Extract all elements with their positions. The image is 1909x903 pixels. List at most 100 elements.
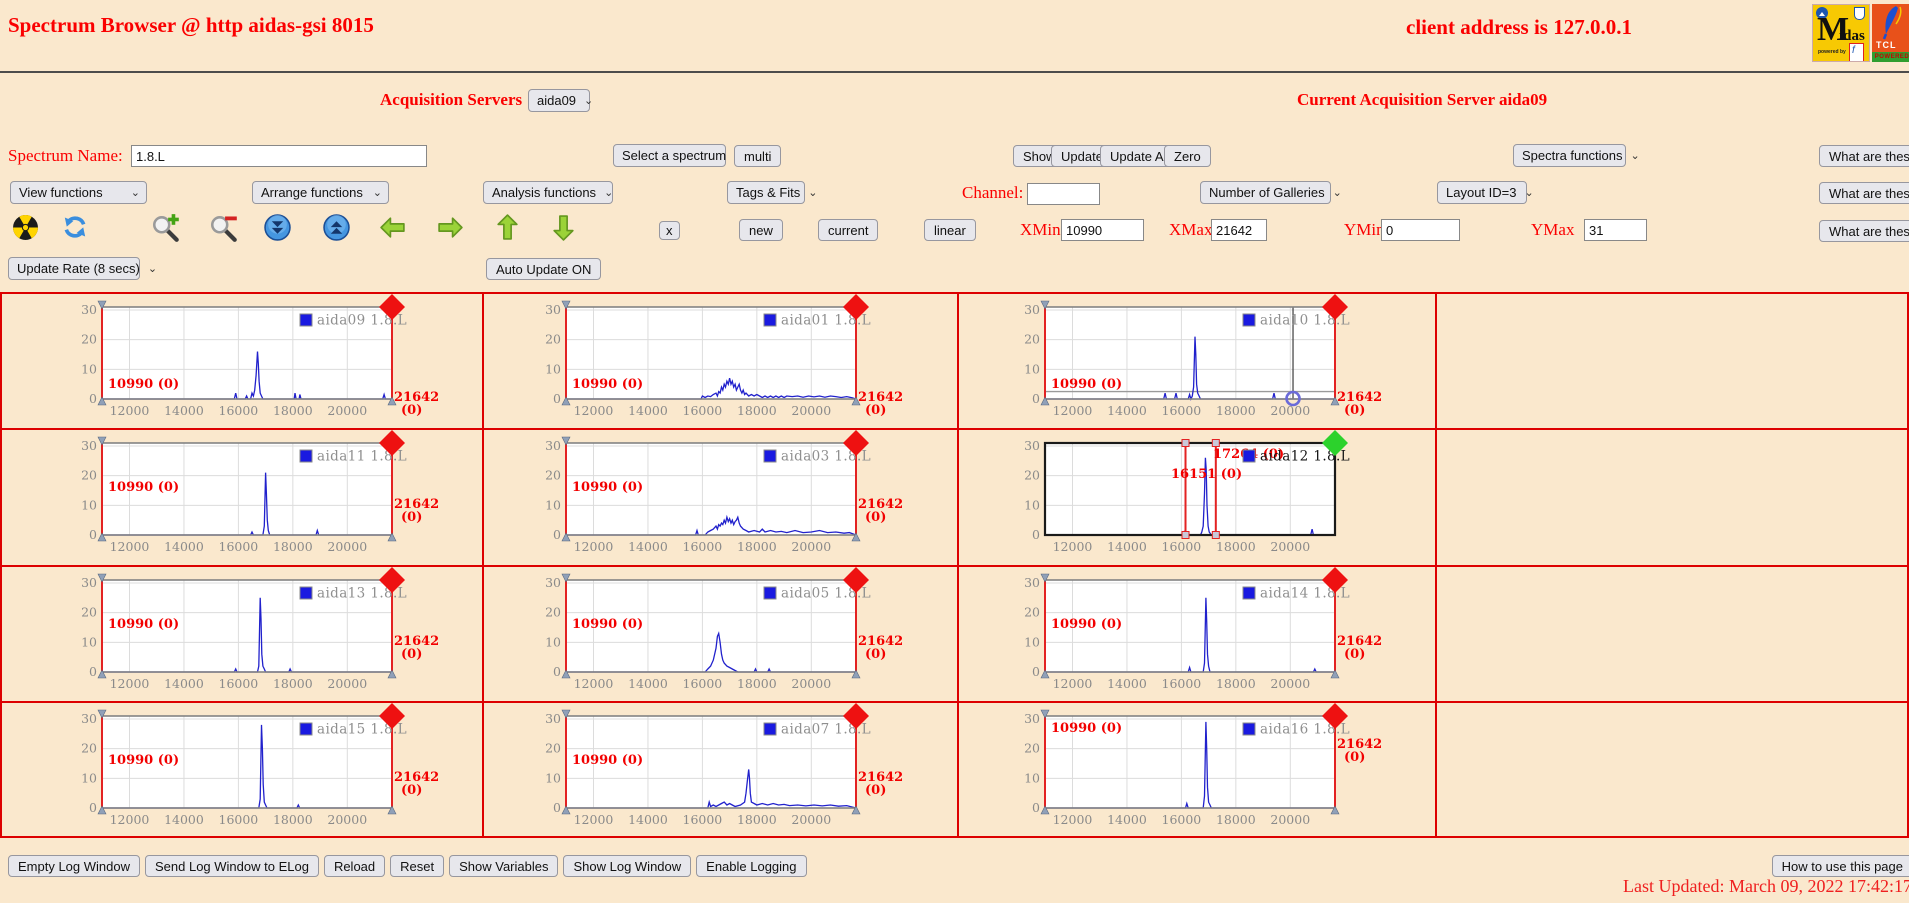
zoom-in-icon[interactable] [150, 212, 182, 247]
spectrum-plot-aida05[interactable]: 0 10 20 30 12000 14000 16000 18000 20000 10990 (0… [526, 567, 926, 698]
arrange-functions-select[interactable]: Arrange functions ⌄ [252, 181, 389, 204]
spectrum-plot-aida09[interactable]: 0 10 20 30 12000 14000 16000 18000 20000 10990 (0… [62, 294, 462, 425]
svg-text:30: 30 [1024, 302, 1040, 317]
grid-cell-2-1: 0 10 20 30 12000 14000 16000 18000 20000 10990 (0… [484, 567, 959, 703]
ymin-label: YMin [1344, 220, 1385, 239]
legend-swatch [1242, 586, 1256, 600]
x-button[interactable]: x [659, 221, 680, 240]
svg-text:12000: 12000 [574, 403, 614, 418]
spectra-functions-select[interactable]: Spectra functions ⌄ [1513, 144, 1640, 167]
acquisition-server-select[interactable]: aida09 ⌄ [528, 89, 594, 112]
select-spectrum-select[interactable]: Select a spectrum⌄ [613, 144, 743, 167]
channel-input[interactable] [1027, 183, 1100, 205]
ymin-input[interactable] [1381, 219, 1460, 241]
what-are-these-button-2[interactable]: What are these? [1819, 182, 1909, 204]
spectrum-plot-aida14[interactable]: 0 10 20 30 12000 14000 16000 18000 20000 10990 (0… [1005, 567, 1405, 698]
number-of-galleries-select[interactable]: Number of Galleries ⌄ [1200, 181, 1342, 204]
svg-text:30: 30 [545, 438, 561, 453]
chevron-down-icon: ⌄ [808, 186, 818, 199]
current-button[interactable]: current [818, 219, 879, 241]
page-title: Spectrum Browser @ http aidas-gsi 8015 [8, 13, 374, 37]
linear-button[interactable]: linear [924, 219, 976, 241]
tcl-powered-band: POWERED [1872, 52, 1909, 62]
footer-button-enable-logging[interactable]: Enable Logging [696, 855, 807, 877]
svg-text:30: 30 [81, 711, 97, 726]
spectrum-plot-aida11[interactable]: 0 10 20 30 12000 14000 16000 18000 20000 10990 (0… [62, 430, 462, 561]
svg-text:0: 0 [1032, 527, 1040, 542]
radiation-icon[interactable] [12, 214, 39, 244]
chevron-down-icon: ⌄ [1524, 186, 1534, 199]
spectrum-plot-aida13[interactable]: 0 10 20 30 12000 14000 16000 18000 20000 10990 (0… [62, 567, 462, 698]
svg-text:10: 10 [545, 497, 561, 512]
spectrum-plot-aida16[interactable]: 0 10 20 30 12000 14000 16000 18000 20000 10990 (0… [1005, 703, 1405, 834]
footer-button-reset[interactable]: Reset [390, 855, 445, 877]
spectrum-plot-aida01[interactable]: 0 10 20 30 12000 14000 16000 18000 20000 10990 (0… [526, 294, 926, 425]
what-are-these-button-1[interactable]: What are these? [1819, 145, 1909, 167]
svg-text:14000: 14000 [1107, 539, 1147, 554]
chevron-down-icon: ⌄ [584, 94, 594, 107]
arrow-down-icon[interactable] [550, 213, 577, 245]
svg-text:0: 0 [89, 391, 97, 406]
spectrum-plot-aida12[interactable]: 0 10 20 30 12000 14000 16000 18000 20000 16151 (0… [1005, 430, 1405, 561]
grid-cell-0-2: 0 10 20 30 12000 14000 16000 18000 20000 10990 (0… [959, 294, 1437, 430]
svg-text:18000: 18000 [273, 403, 313, 418]
svg-text:20000: 20000 [791, 539, 831, 554]
footer-button-empty-log-window[interactable]: Empty Log Window [8, 855, 140, 877]
svg-text:0: 0 [89, 800, 97, 815]
svg-text:10990 (0): 10990 (0) [1051, 377, 1122, 392]
update-rate-select[interactable]: Update Rate (8 secs) ⌄ [8, 257, 157, 280]
xmin-label: XMin [1020, 220, 1061, 239]
how-to-use-button[interactable]: How to use this page [1771, 855, 1909, 877]
svg-text:20000: 20000 [1270, 676, 1310, 691]
scroll-down-icon[interactable] [264, 214, 291, 244]
spectrum-name-input[interactable] [131, 145, 427, 167]
xmax-input[interactable] [1211, 219, 1267, 241]
spectrum-plot-aida07[interactable]: 0 10 20 30 12000 14000 16000 18000 20000 10990 (0… [526, 703, 926, 834]
footer-button-show-variables[interactable]: Show Variables [449, 855, 559, 877]
svg-text:16000: 16000 [683, 812, 723, 827]
footer-button-reload[interactable]: Reload [323, 855, 386, 877]
arrow-right-icon[interactable] [436, 214, 465, 244]
new-button[interactable]: new [739, 219, 783, 241]
svg-text:18000: 18000 [1216, 676, 1256, 691]
footer-button-show-log-window[interactable]: Show Log Window [563, 855, 692, 877]
spectrum-plot-aida10[interactable]: 010203012000 14000 16000 18000 2000010990 (0… [1005, 294, 1405, 425]
scroll-up-icon[interactable] [323, 214, 350, 244]
grid-cell-3-3 [1437, 703, 1907, 836]
footer-button-send-log-window-to-elog[interactable]: Send Log Window to ELog [145, 855, 319, 877]
svg-text:20: 20 [1024, 605, 1040, 620]
xmin-input[interactable] [1061, 219, 1144, 241]
ymax-input[interactable] [1584, 219, 1647, 241]
spectrum-plot-aida15[interactable]: 0 10 20 30 12000 14000 16000 18000 20000 10990 (0… [62, 703, 462, 834]
what-are-these-button-3[interactable]: What are these? [1819, 220, 1909, 242]
refresh-icon[interactable] [62, 214, 88, 243]
svg-text:20000: 20000 [327, 539, 367, 554]
svg-text:18000: 18000 [737, 539, 777, 554]
svg-text:10: 10 [81, 497, 97, 512]
svg-text:20: 20 [81, 332, 97, 347]
legend-swatch [763, 722, 777, 736]
svg-text:0: 0 [1032, 664, 1040, 679]
tcl-feather-icon [1882, 6, 1902, 40]
grid-cell-3-2: 0 10 20 30 12000 14000 16000 18000 20000 10990 (0… [959, 703, 1437, 836]
svg-text:18000: 18000 [1216, 539, 1256, 554]
analysis-functions-select[interactable]: Analysis functions ⌄ [483, 181, 613, 204]
svg-text:14000: 14000 [1107, 812, 1147, 827]
svg-text:20: 20 [81, 605, 97, 620]
auto-update-button[interactable]: Auto Update ON [486, 258, 602, 280]
spectrum-plot-aida03[interactable]: 0 10 20 30 12000 14000 16000 18000 20000 10990 (0… [526, 430, 926, 561]
layout-id-select[interactable]: Layout ID=3 ⌄ [1437, 181, 1534, 204]
svg-text:20: 20 [81, 468, 97, 483]
svg-text:20000: 20000 [327, 403, 367, 418]
arrow-up-icon[interactable] [494, 213, 521, 245]
svg-text:16000: 16000 [1162, 812, 1202, 827]
zero-button[interactable]: Zero [1164, 145, 1211, 167]
grid-cell-3-0: 0 10 20 30 12000 14000 16000 18000 20000 10990 (0… [2, 703, 484, 836]
tags-fits-select[interactable]: Tags & Fits ⌄ [727, 181, 818, 204]
arrow-left-icon[interactable] [378, 214, 407, 244]
multi-button[interactable]: multi [734, 145, 782, 167]
svg-text:0: 0 [553, 664, 561, 679]
svg-text:20: 20 [1024, 741, 1040, 756]
zoom-out-icon[interactable] [208, 212, 240, 247]
view-functions-select[interactable]: View functions ⌄ [10, 181, 147, 204]
